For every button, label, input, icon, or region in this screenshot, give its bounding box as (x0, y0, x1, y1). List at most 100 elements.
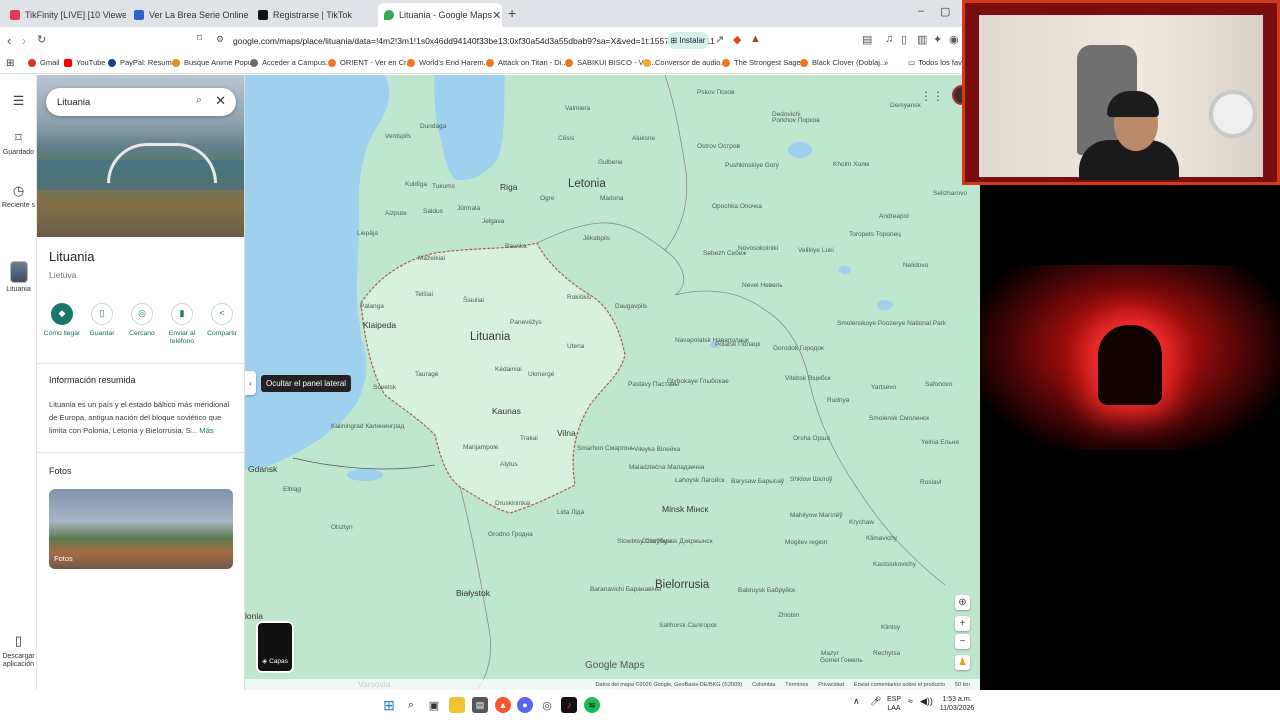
town-label[interactable]: Pastavy Пастaвы (628, 381, 679, 388)
zoom-in-button[interactable]: + (955, 616, 970, 631)
town-label[interactable]: Marijampolė (463, 444, 498, 451)
city-label[interactable]: Białystok (456, 588, 490, 598)
wifi-icon[interactable]: ≈ (908, 695, 913, 707)
town-label[interactable]: Roslavl (920, 479, 941, 486)
saved-button[interactable]: ⌑ Guardado (0, 130, 37, 156)
town-label[interactable]: Grodno Гродна (488, 531, 533, 538)
town-label[interactable]: Zhlobin (778, 612, 799, 619)
region-link[interactable]: Colombia (752, 682, 775, 688)
town-label[interactable]: Jūrmala (457, 205, 480, 212)
bookmark-worlds-end[interactable]: World's End Harem... (407, 58, 490, 67)
more-bookmarks-icon[interactable]: » (884, 58, 888, 67)
brave-shield-icon[interactable]: ◆ (733, 33, 741, 46)
town-label[interactable]: Klimavichy (866, 535, 897, 542)
new-tab-button[interactable]: + (508, 5, 516, 21)
town-label[interactable]: Aizpute (385, 210, 407, 217)
town-label[interactable]: Krychaw (849, 519, 874, 526)
town-label[interactable]: Saldus (423, 208, 443, 215)
town-label[interactable]: Dundaga (420, 123, 446, 130)
tab-google-maps[interactable]: Lituania - Google Maps ✕ (378, 3, 502, 27)
reading-icon[interactable]: ▥ (917, 33, 927, 46)
share-page-icon[interactable]: ↗ (715, 33, 724, 46)
town-label[interactable]: Mogilev region (785, 539, 827, 546)
bookmark-gmail[interactable]: Gmail (28, 58, 60, 67)
forward-icon[interactable]: › (22, 33, 26, 48)
town-label[interactable]: Kastsiukovichy (873, 561, 916, 568)
bookmark-orient[interactable]: ORIENT - Ver en Cr... (328, 58, 412, 67)
town-label[interactable]: Demyansk (890, 102, 921, 109)
rewards-icon[interactable]: ▲ (750, 33, 761, 45)
town-label[interactable]: Utena (567, 343, 584, 350)
town-label[interactable]: Toropets Торопец (849, 231, 901, 238)
chevron-up-icon[interactable]: ∧ (853, 695, 860, 707)
more-link[interactable]: Más (199, 426, 213, 435)
collapse-panel-button[interactable]: ‹ (245, 371, 256, 395)
google-apps-icon[interactable]: ⋮⋮ (920, 89, 944, 103)
town-label[interactable]: Smarhon Смаргонь (577, 445, 634, 452)
town-label[interactable]: Babruysk Бабруйск (738, 587, 795, 594)
search-input[interactable]: Lituania (57, 97, 90, 108)
store-icon[interactable]: ▤ (472, 697, 488, 713)
bookmark-attack-on-titan[interactable]: Attack on Titan - Di... (486, 58, 568, 67)
windows-start-icon[interactable]: ⊞ (381, 697, 397, 713)
task-view-icon[interactable]: ▣ (426, 697, 442, 713)
town-label[interactable]: Opochka Опочка (712, 203, 762, 210)
town-label[interactable]: Gomel Гомель (820, 657, 863, 664)
scale-bar[interactable]: 50 km (955, 682, 970, 688)
feedback-link[interactable]: Enviar comentarios sobre el producto (854, 682, 945, 688)
reload-icon[interactable]: ↻ (37, 33, 46, 46)
layers-button[interactable]: ◈ Capas (256, 621, 294, 673)
town-label[interactable]: Lahoysk Лагойск (675, 477, 724, 484)
town-label[interactable]: Telšiai (415, 291, 433, 298)
share-button[interactable]: < Compartir (203, 303, 241, 347)
bookmark-campus[interactable]: Acceder a Campus... (250, 58, 332, 67)
bookmark-youtube[interactable]: YouTube (64, 58, 105, 67)
town-label[interactable]: Madona (600, 195, 624, 202)
wallet-icon[interactable]: ◉ (949, 33, 959, 46)
town-label[interactable]: Gorodok Городок (773, 345, 824, 352)
recent-button[interactable]: ◷ Reciente s (0, 183, 37, 209)
town-label[interactable]: Mažeikiai (418, 255, 445, 262)
map-canvas[interactable]: Letonia Lituania Bielorrusia Riga Klaipeda K… (245, 75, 980, 690)
photos-thumbnail[interactable]: Fotos (49, 489, 233, 569)
town-label[interactable]: Mahilyow Магілёў (790, 512, 842, 519)
town-label[interactable]: Šiauliai (463, 297, 484, 304)
town-label[interactable]: Ventspils (385, 133, 411, 140)
town-label[interactable]: Ostrov Остров (697, 143, 740, 150)
town-label[interactable]: Kėdainiai (495, 366, 522, 373)
town-label[interactable]: Pushkinskiye Gory (725, 162, 779, 169)
menu-button[interactable]: ☰ (0, 93, 37, 112)
town-label[interactable]: Kholm Холм (833, 161, 869, 168)
town-label[interactable]: Velikiye Luki (798, 247, 834, 254)
town-label[interactable]: Baranavichi Баранавічы (590, 586, 661, 593)
send-to-phone-button[interactable]: ▮ Enviar al teléfono (163, 303, 201, 347)
bookmark-strongest-sage[interactable]: The Strongest Sage... (722, 58, 807, 67)
city-label[interactable]: Klaipeda (363, 320, 396, 330)
town-label[interactable]: Ogre (540, 195, 554, 202)
spotify-icon[interactable]: ≋ (584, 697, 600, 713)
microphone-icon[interactable]: 🎤︎ (870, 695, 881, 707)
bookmark-anime[interactable]: Busque Anime Popu... (172, 58, 258, 67)
town-label[interactable]: Jēkabpils (583, 235, 610, 242)
terms-link[interactable]: Términos (785, 682, 808, 688)
apps-grid-icon[interactable]: ⊞ (6, 58, 14, 69)
city-label[interactable]: Vilna (557, 428, 576, 438)
town-label[interactable]: Aluksne (632, 135, 655, 142)
town-label[interactable]: Nevel Невель (742, 282, 783, 289)
brave-icon[interactable]: ▲ (495, 697, 511, 713)
town-label[interactable]: Klintsy (881, 624, 900, 631)
town-label[interactable]: Panevėžys (510, 319, 542, 326)
town-label[interactable]: Bauska (505, 243, 527, 250)
town-label[interactable]: Andreapol (879, 213, 909, 220)
close-tab-icon[interactable]: ✕ (492, 9, 501, 22)
town-label[interactable]: Novosokolniki (738, 245, 778, 252)
country-label[interactable]: Bielorrusia (655, 579, 709, 591)
city-label[interactable]: Gdansk (248, 464, 277, 474)
tiktok-icon[interactable]: ♪ (561, 697, 577, 713)
language-indicator[interactable]: ESP LAA (885, 695, 903, 714)
town-label[interactable]: Rudnya (827, 397, 849, 404)
town-label[interactable]: Shklow Шклоў (790, 476, 832, 483)
zoom-out-button[interactable]: − (955, 634, 970, 649)
save-button[interactable]: ▯ Guardar (83, 303, 121, 347)
bookmark-page-icon[interactable]: ⌑ (197, 33, 202, 44)
